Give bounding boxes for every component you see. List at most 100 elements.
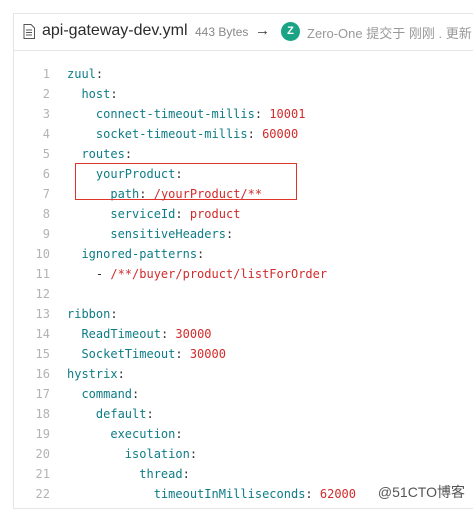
yaml-key: zuul [67,67,96,81]
line-content: SocketTimeout: 30000 [67,344,226,364]
line-number: 10 [35,247,50,261]
separator: : [247,127,263,141]
separator: : [117,367,125,381]
separator: : [225,227,234,241]
file-header: api-gateway-dev.yml 443 Bytes → Z Zero-O… [14,14,473,51]
line-content: command: [67,384,139,404]
code-line: 17 command: [14,384,473,404]
yaml-value: 10001 [269,107,306,121]
yaml-key: thread [139,467,183,481]
code-line: 5 routes: [14,144,473,164]
yaml-key: isolation [124,447,190,461]
line-number: 19 [35,427,50,441]
highlight-box [75,163,297,200]
line-number: 2 [42,87,50,101]
yaml-value: 30000 [189,347,226,361]
code-line: 11 - /**/buyer/product/listForOrder [14,264,473,284]
code-line: 18 default: [14,404,473,424]
yaml-key: SocketTimeout [81,347,176,361]
line-number: 14 [35,327,50,341]
line-number: 15 [35,347,50,361]
separator: : [110,87,118,101]
file-icon [23,24,35,39]
line-number: 4 [42,127,50,141]
line-number: 17 [35,387,50,401]
code-line: 10 ignored-patterns: [14,244,473,264]
line-number: 12 [35,287,50,301]
code-line: 15 SocketTimeout: 30000 [14,344,473,364]
separator: : [197,247,205,261]
yaml-key: ribbon [67,307,111,321]
line-number: 5 [42,147,50,161]
yaml-key: sensitiveHeaders [110,227,226,241]
code-line: 1 zuul: [14,64,473,84]
code-line: 4 socket-timeout-millis: 60000 [14,124,473,144]
separator: : [124,147,133,161]
arrow-right-icon: → [255,22,270,39]
line-number: 1 [42,67,50,81]
yaml-value: product [189,207,241,221]
separator: : [254,107,270,121]
line-content: routes: [67,144,132,164]
code-line: 19 execution: [14,424,473,444]
yaml-key: socket-timeout-millis [95,127,248,141]
yaml-value: 30000 [175,327,212,341]
line-number: 13 [35,307,50,321]
line-content: socket-timeout-millis: 60000 [67,124,298,144]
line-content: connect-timeout-millis: 10001 [67,104,306,124]
line-number: 6 [42,167,50,181]
file-name[interactable]: api-gateway-dev.yml [42,22,188,40]
code-line: 14 ReadTimeout: 30000 [14,324,473,344]
line-content: host: [67,84,118,104]
yaml-value: /**/buyer/product/listForOrder [110,267,328,281]
yaml-key: command [81,387,133,401]
list-dash: - [95,267,111,281]
code-line: 20 isolation: [14,444,473,464]
line-content: isolation: [67,444,197,464]
line-content: hystrix: [67,364,125,384]
file-viewer: api-gateway-dev.yml 443 Bytes → Z Zero-O… [13,13,473,509]
code-block: 1 zuul: 2 host: 3 connect-timeout-millis: 1… [14,64,473,504]
yaml-key: ReadTimeout [81,327,161,341]
yaml-key: host [81,87,111,101]
separator: : [175,347,190,361]
code-line: 3 connect-timeout-millis: 10001 [14,104,473,124]
line-content: timeoutInMilliseconds: 62000 [67,484,356,504]
code-line: 9 sensitiveHeaders: [14,224,473,244]
line-content: sensitiveHeaders: [67,224,233,244]
line-content: serviceId: product [67,204,240,224]
code-line: 8 serviceId: product [14,204,473,224]
separator: : [146,407,154,421]
line-content: default: [67,404,154,424]
yaml-key: connect-timeout-millis [95,107,255,121]
separator: : [175,207,190,221]
separator: : [160,327,176,341]
file-size: 443 Bytes [195,25,249,39]
yaml-value: 60000 [262,127,299,141]
yaml-key: default [95,407,147,421]
line-number: 8 [42,207,50,221]
yaml-key: routes [81,147,125,161]
code-line: 12 [14,284,473,304]
separator: : [189,447,198,461]
yaml-value: 62000 [319,487,356,501]
line-number: 16 [35,367,50,381]
yaml-key: serviceId [110,207,176,221]
commit-info: Zero-One 提交于 刚刚 . 更新 [307,26,472,41]
separator: : [132,387,140,401]
avatar[interactable]: Z [281,22,300,41]
code-line: 16 hystrix: [14,364,473,384]
